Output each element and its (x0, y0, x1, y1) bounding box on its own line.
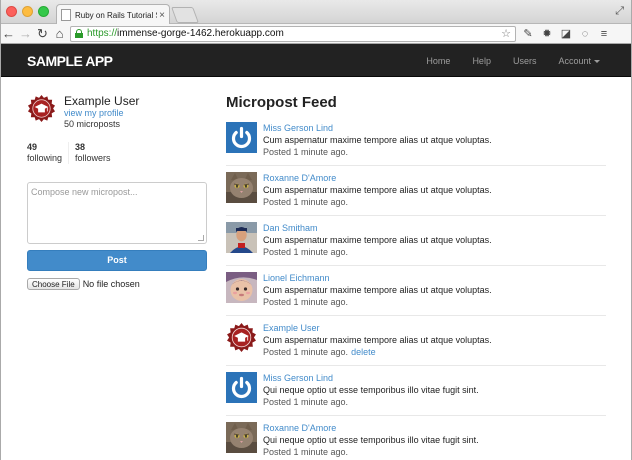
followers-label: followers (75, 153, 111, 163)
post-user-link[interactable]: Roxanne D'Amore (263, 172, 492, 184)
nav-help[interactable]: Help (472, 56, 491, 66)
nav-account-label: Account (558, 55, 591, 66)
feed-item: Example User Cum aspernatur maxime tempo… (226, 316, 606, 366)
micropost-feed: Miss Gerson Lind Cum aspernatur maxime t… (226, 116, 606, 460)
post-content: Qui neque optio ut esse temporibus illo … (263, 435, 479, 445)
feed-item: Dan Smitham Cum aspernatur maxime tempor… (226, 216, 606, 266)
post-content: Cum aspernatur maxime tempore alias ut a… (263, 285, 492, 295)
post-timestamp: Posted 1 minute ago. (263, 147, 349, 157)
view-profile-link[interactable]: view my profile (64, 108, 139, 119)
person-avatar-image[interactable] (226, 222, 257, 253)
post-content: Qui neque optio ut esse temporibus illo … (263, 385, 479, 395)
address-bar[interactable]: https:// immense-gorge-1462.herokuapp.co… (70, 25, 516, 42)
following-stat[interactable]: 49 following (27, 142, 68, 164)
minimize-window-button[interactable] (22, 6, 33, 17)
followers-count: 38 (75, 142, 86, 152)
compose-micropost-textarea[interactable]: Compose new micropost... (27, 182, 207, 244)
seal-icon[interactable] (226, 322, 257, 353)
user-stats: 49 following 38 followers (27, 142, 207, 164)
post-content: Cum aspernatur maxime tempore alias ut a… (263, 185, 492, 195)
user-gravatar-seal-icon[interactable] (27, 94, 56, 123)
post-user-link[interactable]: Roxanne D'Amore (263, 422, 479, 434)
caret-down-icon (594, 59, 600, 63)
sidebar: Example User view my profile 50 micropos… (27, 94, 207, 290)
feed-item: Lionel Eichmann Cum aspernatur maxime te… (226, 266, 606, 316)
power-icon[interactable] (226, 122, 257, 153)
star-icon[interactable]: ☆ (501, 27, 511, 40)
post-user-link[interactable]: Dan Smitham (263, 222, 492, 234)
nav-users[interactable]: Users (513, 56, 537, 66)
close-tab-icon[interactable]: × (159, 10, 165, 21)
site-navbar: SAMPLE APP Home Help Users Account (0, 44, 632, 77)
feed-item: Miss Gerson Lind Cum aspernatur maxime t… (226, 116, 606, 166)
zoom-window-button[interactable] (38, 6, 49, 17)
choose-file-button[interactable]: Choose File (27, 278, 80, 290)
post-timestamp: Posted 1 minute ago. (263, 397, 349, 407)
browser-tab[interactable]: Ruby on Rails Tutorial Sam × (56, 4, 170, 25)
post-timestamp: Posted 1 minute ago. (263, 247, 349, 257)
nav-home[interactable]: Home (426, 56, 450, 66)
tab-title: Ruby on Rails Tutorial Sam (75, 10, 157, 20)
post-content: Cum aspernatur maxime tempore alias ut a… (263, 235, 492, 245)
post-timestamp-row: Posted 1 minute ago. delete (263, 346, 492, 358)
window-border-left (0, 0, 1, 460)
post-content: Cum aspernatur maxime tempore alias ut a… (263, 135, 492, 145)
fullscreen-icon[interactable]: ⤢ (615, 5, 624, 18)
post-content: Cum aspernatur maxime tempore alias ut a… (263, 335, 492, 345)
forward-icon[interactable]: → (17, 24, 34, 44)
micropost-count: 50 microposts (64, 119, 121, 129)
followers-stat[interactable]: 38 followers (68, 142, 117, 164)
url-scheme: https:// (87, 28, 118, 39)
file-status: No file chosen (82, 279, 140, 289)
nav-links: Home Help Users Account (404, 44, 600, 77)
extension-icon[interactable]: ✎ (522, 27, 534, 40)
user-info: Example User view my profile 50 micropos… (27, 94, 207, 130)
delete-post-link[interactable]: delete (351, 347, 376, 357)
feed-item: Roxanne D'Amore Qui neque optio ut esse … (226, 416, 606, 460)
post-button[interactable]: Post (27, 250, 207, 271)
page-favicon-icon (61, 9, 71, 21)
post-timestamp: Posted 1 minute ago. (263, 447, 349, 457)
baby-avatar-image[interactable] (226, 272, 257, 303)
extension-icon-3[interactable]: ◌ (579, 28, 591, 40)
following-count: 49 (27, 142, 38, 152)
browser-toolbar: ← → ↻ ⌂ https:// immense-gorge-1462.hero… (0, 24, 632, 44)
url-host: immense-gorge-1462.herokuapp.com (117, 28, 284, 39)
feed-item: Roxanne D'Amore Cum aspernatur maxime te… (226, 166, 606, 216)
following-label: following (27, 153, 63, 163)
nav-account-dropdown[interactable]: Account (558, 56, 600, 66)
post-user-link[interactable]: Example User (263, 322, 492, 334)
power-icon[interactable] (226, 372, 257, 403)
site-logo[interactable]: SAMPLE APP (27, 53, 113, 69)
post-timestamp: Posted 1 minute ago. (263, 197, 349, 207)
post-user-link[interactable]: Lionel Eichmann (263, 272, 492, 284)
user-name: Example User (64, 94, 140, 108)
lock-icon (75, 29, 83, 38)
menu-icon[interactable]: ≡ (598, 28, 610, 40)
cat-avatar-image[interactable] (226, 172, 257, 203)
extension-icon-2[interactable]: ◪ (560, 27, 572, 40)
feed-title: Micropost Feed (226, 94, 337, 111)
post-user-link[interactable]: Miss Gerson Lind (263, 372, 479, 384)
post-timestamp: Posted 1 minute ago. (263, 297, 349, 307)
browser-title-bar: Ruby on Rails Tutorial Sam × ⤢ (0, 0, 632, 25)
settings-icon[interactable]: ✹ (541, 27, 553, 40)
feed-item: Miss Gerson Lind Qui neque optio ut esse… (226, 366, 606, 416)
new-tab-button[interactable] (171, 7, 199, 23)
cat-avatar-image[interactable] (226, 422, 257, 453)
reload-icon[interactable]: ↻ (34, 24, 51, 44)
close-window-button[interactable] (6, 6, 17, 17)
post-user-link[interactable]: Miss Gerson Lind (263, 122, 492, 134)
back-icon[interactable]: ← (0, 24, 17, 44)
file-upload-row: Choose File No file chosen (27, 278, 207, 290)
home-icon[interactable]: ⌂ (51, 24, 68, 44)
post-timestamp: Posted 1 minute ago. (263, 347, 349, 357)
